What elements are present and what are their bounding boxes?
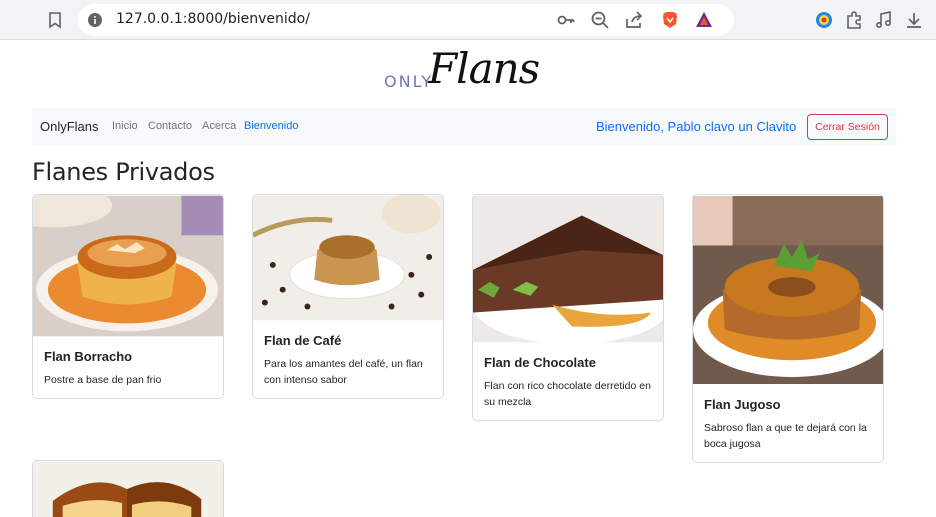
welcome-user-text: Bienvenido, Pablo clavo un Clavito (596, 119, 797, 134)
nav-link-acerca[interactable]: Acerca (202, 120, 236, 132)
card-title: Flan Jugoso (704, 397, 781, 412)
card-flan-borracho[interactable]: Flan Borracho Postre a base de pan frio (32, 194, 224, 399)
navbar-brand[interactable]: OnlyFlans (40, 119, 99, 134)
card-flan-jugoso[interactable]: Flan Jugoso Sabroso flan a que te dejará… (692, 194, 884, 463)
card-title: Flan Borracho (44, 349, 133, 364)
logo-flans-text: Flans (428, 44, 540, 93)
site-info-icon[interactable] (87, 12, 103, 28)
key-icon[interactable] (556, 10, 576, 30)
card-text: Flan con rico chocolate derretido en su … (484, 380, 651, 408)
logout-button[interactable]: Cerrar Sesión (807, 114, 888, 140)
card-flan-partial[interactable] (32, 460, 224, 517)
flan-de-chocolate-image (473, 195, 663, 343)
media-music-icon[interactable] (874, 10, 894, 30)
zoom-out-icon[interactable] (590, 10, 610, 30)
share-icon[interactable] (624, 10, 644, 30)
brave-shield-icon[interactable] (660, 10, 680, 30)
url-text[interactable]: 127.0.0.1:8000/bienvenido/ (116, 11, 310, 27)
flan-borracho-image (33, 195, 223, 337)
card-flan-de-cafe[interactable]: Flan de Café Para los amantes del café, … (252, 194, 444, 399)
site-logo[interactable]: ONLY Flans (384, 44, 554, 98)
card-text: Sabroso flan a que te dejará con la boca… (704, 422, 867, 450)
card-title: Flan de Café (264, 333, 342, 348)
logo-only-text: ONLY (384, 72, 434, 91)
nav-link-inicio[interactable]: Inicio (112, 120, 138, 132)
flan-de-cafe-image (253, 195, 443, 321)
extensions-puzzle-icon[interactable] (844, 10, 864, 30)
flan-image (33, 461, 223, 517)
navbar: OnlyFlans Inicio Contacto Acerca Bienven… (32, 108, 896, 146)
page-title: Flanes Privados (32, 158, 215, 186)
extension-colorful-icon[interactable] (814, 10, 834, 30)
browser-toolbar: 127.0.0.1:8000/bienvenido/ (0, 0, 936, 40)
card-title: Flan de Chocolate (484, 355, 596, 370)
card-text: Postre a base de pan frio (44, 374, 162, 386)
brave-rewards-icon[interactable] (694, 10, 714, 30)
card-flan-de-chocolate[interactable]: Flan de Chocolate Flan con rico chocolat… (472, 194, 664, 421)
download-icon[interactable] (904, 10, 924, 30)
bookmark-icon[interactable] (46, 11, 64, 29)
nav-link-contacto[interactable]: Contacto (148, 120, 192, 132)
flan-jugoso-image (693, 195, 883, 385)
card-text: Para los amantes del café, un flan con i… (264, 358, 423, 386)
nav-link-bienvenido[interactable]: Bienvenido (244, 120, 298, 132)
address-bar[interactable]: 127.0.0.1:8000/bienvenido/ (78, 4, 734, 36)
